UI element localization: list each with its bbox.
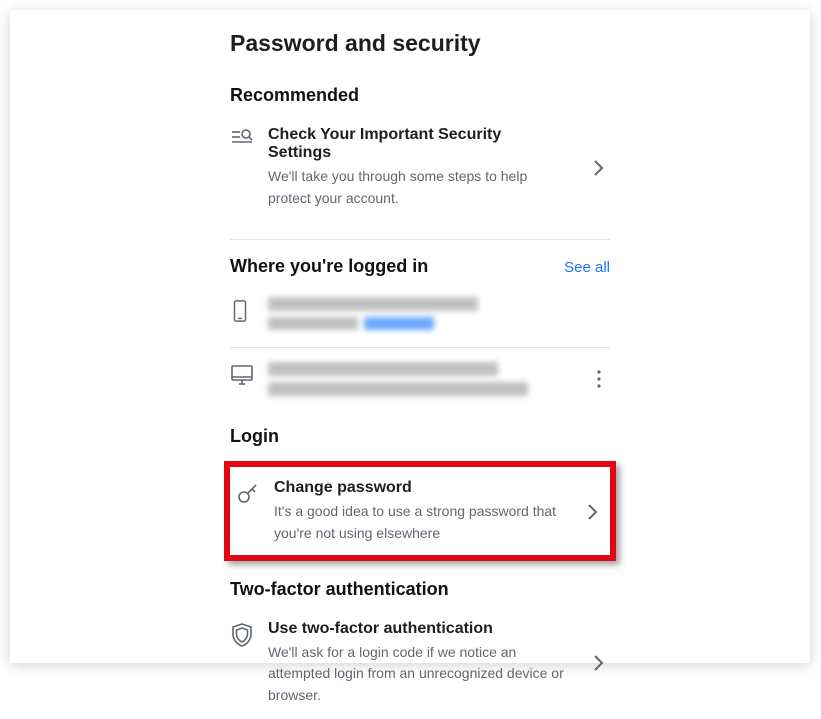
twofa-header: Two-factor authentication [230,579,610,600]
change-password-desc: It's a good idea to use a strong passwor… [274,501,558,544]
sessions-header: Where you're logged in See all [230,256,610,277]
login-heading: Login [230,426,279,447]
desktop-icon [230,364,258,386]
redacted-text [268,317,358,330]
check-security-desc: We'll take you through some steps to hel… [268,166,564,209]
page-title: Password and security [230,30,610,57]
change-password-highlight: Change password It's a good idea to use … [224,461,616,560]
twofa-desc: We'll ask for a login code if we notice … [268,642,564,707]
redacted-text [268,362,498,376]
sessions-heading: Where you're logged in [230,256,428,277]
twofa-title: Use two-factor authentication [268,620,564,638]
session-mobile-row[interactable] [230,291,610,347]
content-column: Password and security Recommended Check … [230,30,610,719]
phone-icon [230,299,258,323]
change-password-row[interactable]: Change password It's a good idea to use … [236,479,604,544]
session-desktop-row[interactable] [230,347,610,408]
more-options-icon[interactable] [588,369,610,389]
redacted-text [364,317,434,330]
check-security-row[interactable]: Check Your Important Security Settings W… [230,120,610,221]
redacted-text [268,382,528,396]
search-lines-icon [230,128,258,150]
recommended-header: Recommended [230,85,610,106]
login-header: Login [230,426,610,447]
chevron-right-icon [582,502,604,522]
sessions-section-divider [230,239,610,256]
chevron-right-icon [588,653,610,673]
chevron-right-icon [588,158,610,178]
change-password-title: Change password [274,479,558,497]
redacted-text [268,297,478,311]
shield-icon [230,622,258,648]
check-security-title: Check Your Important Security Settings [268,126,564,162]
key-icon [236,481,264,505]
recommended-heading: Recommended [230,85,359,106]
twofa-row[interactable]: Use two-factor authentication We'll ask … [230,614,610,719]
twofa-heading: Two-factor authentication [230,579,449,600]
see-all-link[interactable]: See all [564,259,610,276]
security-settings-panel: Password and security Recommended Check … [10,10,810,663]
